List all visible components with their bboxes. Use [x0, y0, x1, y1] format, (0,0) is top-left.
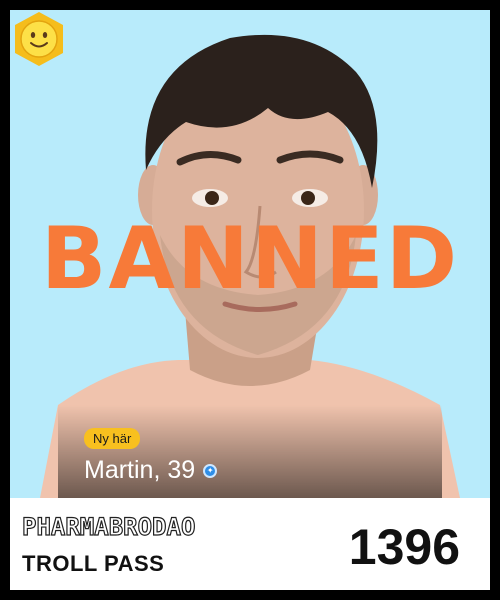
verified-star-icon: ✦ [203, 463, 218, 478]
banned-stamp: BANNED [40, 209, 460, 309]
profile-name-row: Martin, 39 ✦ [84, 456, 218, 485]
profile-photo: BANNED Ny här Martin, 39 ✦ [10, 10, 490, 498]
brand-title: PHARMABRODAO [21, 512, 196, 541]
pass-number: 1396 [348, 519, 460, 575]
profile-name-age: Martin, 39 [84, 456, 196, 484]
smiley-face-icon[interactable] [10, 10, 68, 68]
pass-footer: PHARMABRODAO TROLL PASS 1396 [10, 498, 490, 590]
troll-pass-card: BANNED Ny här Martin, 39 ✦ PHARMABRODAO … [0, 0, 500, 600]
pass-label: TROLL PASS [22, 551, 165, 576]
new-here-badge: Ny här [84, 428, 141, 449]
